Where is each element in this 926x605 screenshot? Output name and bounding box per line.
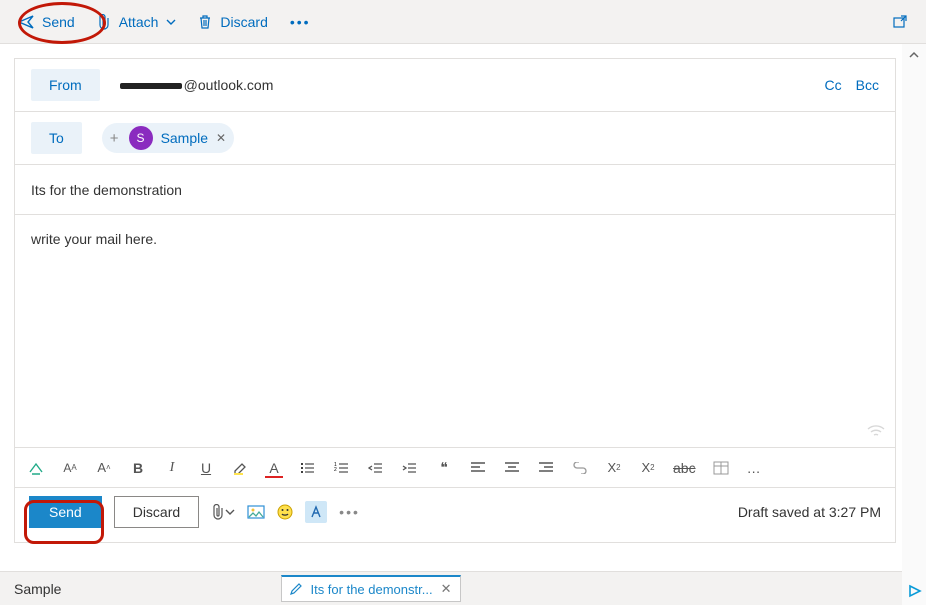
emoji-button[interactable] [277,504,293,520]
attach-command[interactable]: Attach [97,14,177,30]
chevron-down-icon [225,507,235,517]
compose-panel: From @outlook.com Cc Bcc To + S Sample ✕… [14,58,896,543]
indent-button[interactable] [401,461,419,475]
svg-text:2: 2 [334,467,337,473]
popout-command[interactable] [892,14,908,30]
close-draft-tab-icon[interactable]: ✕ [441,581,452,597]
from-row: From @outlook.com Cc Bcc [15,59,895,112]
attach-label: Attach [119,14,159,30]
network-faint-icon [867,424,885,441]
font-size-down-icon[interactable]: AA [61,461,79,475]
align-left-button[interactable] [469,462,487,474]
paperclip-icon [97,14,111,30]
reading-pane-name: Sample [14,581,61,597]
bcc-button[interactable]: Bcc [856,77,879,93]
more-command[interactable]: ••• [290,14,311,30]
discard-label: Discard [220,14,267,30]
link-button[interactable] [571,462,589,474]
redacted-name [120,83,182,89]
toggle-format-bar-button[interactable] [305,501,327,523]
format-toolbar: AA A˄ B I U A 12 ❝ X2 X2 abc … [15,448,895,488]
bullet-list-button[interactable] [299,461,317,475]
align-center-button[interactable] [503,462,521,474]
to-row: To + S Sample ✕ [15,112,895,165]
from-domain: @outlook.com [184,77,274,93]
smiley-icon [277,504,293,520]
scroll-up-icon[interactable] [908,48,920,60]
remove-recipient-icon[interactable]: ✕ [216,131,226,145]
cc-button[interactable]: Cc [825,77,842,93]
underline-button[interactable]: U [197,460,215,476]
action-more-button[interactable]: ••• [339,504,360,520]
avatar: S [129,126,153,150]
picture-icon [247,505,265,519]
italic-button[interactable]: I [163,460,181,476]
from-address: @outlook.com [120,77,274,93]
draft-tab-title: Its for the demonstr... [310,582,432,597]
popout-icon [892,14,908,30]
subject-row [15,165,895,215]
send-label: Send [42,14,75,30]
subject-input[interactable] [31,178,879,202]
action-bar: Send Discard ••• Draft saved at 3:27 PM [15,488,895,542]
insert-table-button[interactable] [712,461,730,475]
to-button[interactable]: To [31,122,82,154]
body-editor[interactable]: write your mail here. [31,231,879,431]
outdent-button[interactable] [367,461,385,475]
clear-format-icon[interactable] [27,460,45,476]
cc-bcc-group: Cc Bcc [825,77,879,93]
strikethrough-button[interactable]: abc [673,460,696,476]
bottom-bar: Sample Its for the demonstr... ✕ [0,571,902,605]
add-contact-icon[interactable]: + [110,130,119,147]
number-list-button[interactable]: 12 [333,461,351,475]
recipient-name: Sample [161,130,208,146]
insert-picture-button[interactable] [247,505,265,519]
quote-button[interactable]: ❝ [435,459,453,476]
font-color-button[interactable]: A [265,460,283,476]
from-button[interactable]: From [31,69,100,101]
format-more-button[interactable]: … [746,460,764,476]
send-command[interactable]: Send [18,14,75,30]
send-icon [18,14,34,30]
scrollbar-gutter [902,44,926,605]
discard-command[interactable]: Discard [198,14,267,30]
body-area: write your mail here. [15,215,895,448]
trash-icon [198,14,212,30]
send-button[interactable]: Send [29,496,102,528]
subscript-button[interactable]: X2 [639,460,657,475]
recipient-chip[interactable]: + S Sample ✕ [102,123,234,153]
command-bar: Send Attach Discard ••• [0,0,926,44]
ad-arrow-icon[interactable] [908,584,922,601]
bold-button[interactable]: B [129,460,147,476]
pencil-icon [290,583,302,595]
paperclip-icon [211,504,225,520]
align-right-button[interactable] [537,462,555,474]
discard-button[interactable]: Discard [114,496,199,528]
attach-mini-button[interactable] [211,504,235,520]
superscript-button[interactable]: X2 [605,460,623,475]
highlight-button[interactable] [231,460,249,476]
chevron-down-icon [166,17,176,27]
draft-saved-status: Draft saved at 3:27 PM [738,504,881,520]
font-style-icon [309,505,323,519]
draft-tab[interactable]: Its for the demonstr... ✕ [281,575,460,602]
font-size-up-icon[interactable]: A˄ [95,460,113,475]
